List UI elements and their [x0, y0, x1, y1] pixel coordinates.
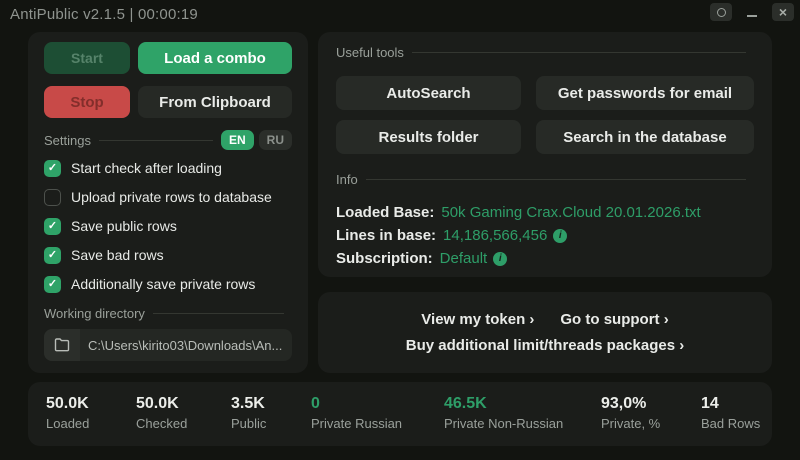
settings-checkbox-list: ✓ Start check after loading ✓ Upload pri…: [44, 158, 292, 294]
lines-in-base-label: Lines in base:: [336, 227, 437, 244]
stat-value: 14: [701, 395, 719, 412]
stat-private-non-russian: 46.5K Private Non-Russian: [444, 394, 601, 446]
minimize-button[interactable]: [741, 3, 763, 21]
autosearch-button[interactable]: AutoSearch: [336, 76, 521, 110]
divider: [152, 312, 284, 314]
tools-grid: AutoSearch Get passwords for email Resul…: [336, 76, 754, 154]
stat-private-percent: 93,0% Private, %: [601, 394, 701, 446]
minimize-icon: [747, 15, 757, 17]
stop-button[interactable]: Stop: [44, 86, 130, 118]
checkbox-icon: ✓: [44, 246, 61, 264]
checkbox-label: Upload private rows to database: [71, 189, 272, 205]
close-icon: ×: [778, 4, 788, 20]
control-panel: Start Load a combo Stop From Clipboard S…: [28, 32, 308, 373]
loaded-base-row: Loaded Base: 50k Gaming Crax.Cloud 20.01…: [336, 201, 754, 224]
working-directory-label: Working directory: [44, 305, 145, 321]
stat-label: Checked: [136, 416, 188, 432]
divider: [411, 51, 746, 53]
stat-label: Public: [231, 416, 267, 432]
lines-in-base-value: 14,186,566,456: [443, 227, 548, 244]
stat-loaded: 50.0K Loaded: [46, 394, 136, 446]
from-clipboard-button[interactable]: From Clipboard: [138, 86, 292, 118]
window-controls: ×: [710, 3, 794, 21]
view-my-token-link[interactable]: View my token ›: [421, 311, 534, 328]
stat-public: 3.5K Public: [231, 394, 311, 446]
checkbox-icon: ✓: [44, 275, 61, 293]
working-directory-input-group: [44, 329, 292, 361]
checkbox-save-public-rows[interactable]: ✓ Save public rows: [44, 216, 292, 236]
working-directory-path-input[interactable]: [80, 329, 292, 361]
close-button[interactable]: ×: [772, 3, 794, 21]
checkbox-label: Save bad rows: [71, 247, 164, 263]
get-passwords-button[interactable]: Get passwords for email: [536, 76, 754, 110]
checkbox-additionally-save-private-rows[interactable]: ✓ Additionally save private rows: [44, 274, 292, 294]
checkbox-label: Start check after loading: [71, 160, 222, 176]
subscription-row: Subscription: Default i: [336, 247, 754, 270]
checkbox-icon: ✓: [44, 217, 61, 235]
settings-label: Settings: [44, 132, 91, 148]
start-button[interactable]: Start: [44, 42, 130, 74]
stat-value: 0: [311, 395, 320, 412]
language-toggle-ru[interactable]: RU: [258, 130, 292, 150]
go-to-support-link[interactable]: Go to support ›: [560, 311, 668, 328]
stat-bad-rows: 14 Bad Rows: [701, 394, 760, 446]
stat-label: Private Non-Russian: [444, 416, 564, 432]
useful-tools-label: Useful tools: [336, 44, 404, 60]
tools-info-panel: Useful tools AutoSearch Get passwords fo…: [318, 32, 772, 277]
checkbox-label: Save public rows: [71, 218, 177, 234]
stat-value: 3.5K: [231, 395, 265, 412]
info-list: Loaded Base: 50k Gaming Crax.Cloud 20.01…: [336, 201, 754, 270]
checkbox-label: Additionally save private rows: [71, 276, 256, 292]
results-folder-button[interactable]: Results folder: [336, 120, 521, 154]
load-combo-button[interactable]: Load a combo: [138, 42, 292, 74]
circle-icon: [716, 7, 726, 17]
titlebar: AntiPublic v2.1.5 | 00:00:19 ×: [0, 0, 800, 28]
info-label: Info: [336, 171, 358, 187]
loaded-base-label: Loaded Base:: [336, 204, 435, 221]
stat-label: Private Russian: [311, 416, 403, 432]
stat-label: Loaded: [46, 416, 90, 432]
stat-value: 93,0%: [601, 395, 647, 412]
stat-private-russian: 0 Private Russian: [311, 394, 444, 446]
titlebar-circle-button[interactable]: [710, 3, 732, 21]
links-panel: View my token › Go to support › Buy addi…: [318, 292, 772, 373]
stat-checked: 50.0K Checked: [136, 394, 231, 446]
info-icon[interactable]: i: [493, 251, 508, 266]
checkbox-save-bad-rows[interactable]: ✓ Save bad rows: [44, 245, 292, 265]
info-icon[interactable]: i: [553, 228, 568, 243]
checkbox-icon: ✓: [44, 159, 61, 177]
working-directory-section: Working directory: [44, 303, 292, 361]
browse-folder-button[interactable]: [44, 329, 80, 361]
search-database-button[interactable]: Search in the database: [536, 120, 754, 154]
language-toggle-en[interactable]: EN: [220, 130, 254, 150]
stat-label: Private, %: [601, 416, 661, 432]
checkbox-start-check-after-loading[interactable]: ✓ Start check after loading: [44, 158, 292, 178]
stats-bar: 50.0K Loaded 50.0K Checked 3.5K Public 0…: [28, 382, 772, 446]
checkbox-icon: ✓: [44, 188, 61, 206]
stat-value: 50.0K: [46, 395, 89, 412]
stat-value: 46.5K: [444, 395, 487, 412]
subscription-label: Subscription:: [336, 250, 433, 267]
app-title: AntiPublic v2.1.5 | 00:00:19: [10, 6, 198, 23]
checkbox-upload-private-rows[interactable]: ✓ Upload private rows to database: [44, 187, 292, 207]
settings-header: Settings EN RU: [44, 130, 292, 150]
divider: [365, 178, 746, 180]
stat-value: 50.0K: [136, 395, 179, 412]
divider: [98, 139, 213, 141]
buy-packages-link[interactable]: Buy additional limit/threads packages ›: [406, 337, 684, 354]
stat-label: Bad Rows: [701, 416, 761, 432]
loaded-base-value: 50k Gaming Crax.Cloud 20.01.2026.txt: [441, 204, 701, 221]
lines-in-base-row: Lines in base: 14,186,566,456 i: [336, 224, 754, 247]
folder-icon: [54, 338, 70, 352]
subscription-value: Default: [439, 250, 488, 267]
